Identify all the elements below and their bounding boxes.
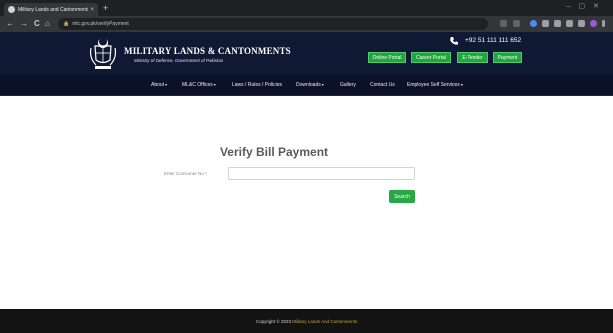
site-favicon-icon: [8, 6, 15, 13]
search-button[interactable]: Search: [389, 190, 415, 203]
chevron-down-icon: ▾: [460, 82, 463, 87]
menu-laws-rules-policies[interactable]: Laws / Rules / Policies: [232, 82, 282, 88]
chevron-down-icon: ▾: [321, 82, 324, 87]
window-controls[interactable]: –▢✕: [567, 2, 607, 10]
phone-icon: [450, 37, 458, 45]
chevron-down-icon: ▾: [213, 82, 216, 87]
payment-button[interactable]: Payment: [493, 52, 522, 63]
consumer-number-input[interactable]: [228, 167, 415, 180]
extension-icon[interactable]: [542, 20, 549, 27]
consumer-number-label: Enter Consumer No *: [164, 171, 207, 176]
menu-item-label: ML&C Offices: [182, 82, 213, 88]
menu-item-label: Employee Self Services: [407, 82, 460, 88]
url-field[interactable]: 🔒 mlc.gov.pk/verifyPayment: [58, 18, 488, 30]
extension-icon[interactable]: [530, 20, 537, 27]
share-icon[interactable]: [500, 20, 507, 27]
profile-avatar-icon[interactable]: [590, 20, 597, 27]
menu-mlc-offices[interactable]: ML&C Offices▾: [182, 82, 216, 88]
chevron-down-icon: ▾: [165, 82, 168, 87]
browser-tab-bar: Military Lands and Cantonments × + –▢✕: [0, 0, 613, 16]
site-title[interactable]: MILITARY LANDS & CANTONMENTS: [124, 46, 291, 56]
e-tender-button[interactable]: E-Tender: [457, 52, 488, 63]
url-text: mlc.gov.pk/verifyPayment: [72, 21, 129, 27]
menu-downloads[interactable]: Downloads▾: [296, 82, 324, 88]
tab-title: Military Lands and Cantonments: [18, 6, 89, 13]
contact-phone: +92 51 111 111 652: [465, 37, 522, 44]
tab-close-icon[interactable]: ×: [90, 7, 94, 13]
copyright-prefix: Copyright © 2023: [255, 319, 292, 324]
browser-tab[interactable]: Military Lands and Cantonments ×: [4, 3, 98, 16]
site-subtitle: Ministry of Defence, Government of Pakis…: [134, 58, 224, 63]
back-icon[interactable]: ←: [6, 18, 14, 30]
menu-contact-us[interactable]: Contact Us: [370, 82, 395, 88]
career-portal-button[interactable]: Career Portal: [411, 52, 451, 63]
menu-item-label: About: [151, 82, 165, 88]
copyright-text: Copyright © 2023 Military Lands And Cant…: [0, 319, 613, 324]
reload-icon[interactable]: C: [34, 18, 40, 30]
new-tab-button[interactable]: +: [103, 2, 108, 14]
menu-item-label: Downloads: [296, 82, 321, 88]
page-title: Verify Bill Payment: [219, 145, 329, 159]
bookmark-star-icon[interactable]: [513, 20, 520, 27]
extension-icon[interactable]: [554, 20, 561, 27]
home-icon[interactable]: ⌂: [45, 18, 50, 30]
extensions-puzzle-icon[interactable]: [566, 20, 573, 27]
menu-kebab-icon[interactable]: [602, 20, 605, 27]
menu-about[interactable]: About▾: [151, 82, 167, 88]
sidebar-icon[interactable]: [578, 20, 585, 27]
browser-address-bar: ← → C ⌂ 🔒 mlc.gov.pk/verifyPayment: [0, 16, 613, 32]
menu-gallery[interactable]: Gallery: [340, 82, 356, 88]
copyright-brand-link[interactable]: Military Lands And Cantonments: [292, 319, 357, 324]
menu-employee-self-services[interactable]: Employee Self Services▾: [407, 82, 463, 88]
government-emblem-icon: [89, 39, 117, 69]
forward-icon[interactable]: →: [20, 18, 28, 30]
online-portal-button[interactable]: Online Portal: [368, 52, 406, 63]
lock-icon: 🔒: [63, 21, 70, 27]
